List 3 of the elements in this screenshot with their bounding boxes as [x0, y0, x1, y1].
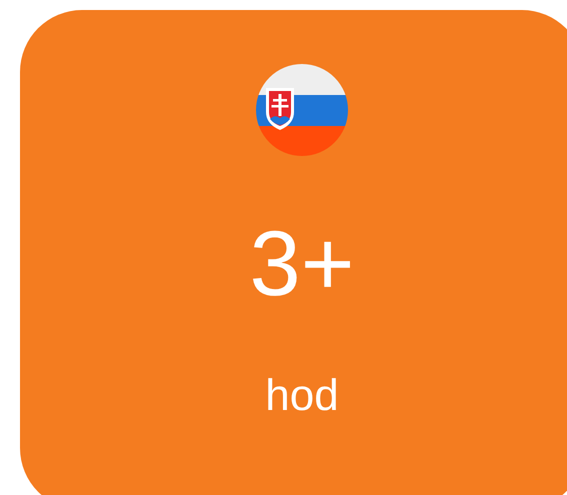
- value-text: 3+: [250, 218, 354, 310]
- flag-icon: [256, 64, 348, 156]
- unit-label: hod: [265, 374, 339, 418]
